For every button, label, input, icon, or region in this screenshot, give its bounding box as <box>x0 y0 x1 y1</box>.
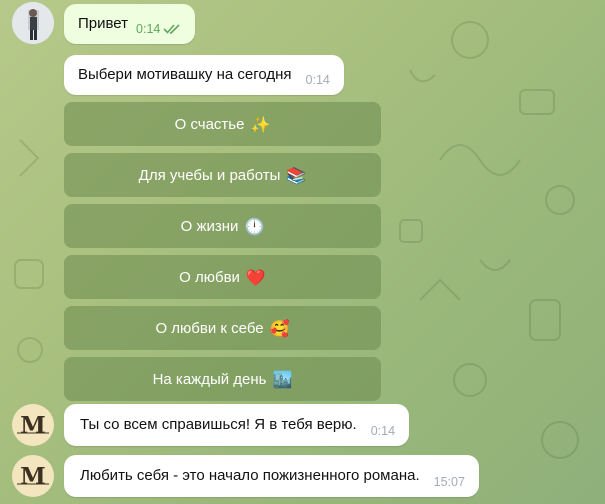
heart-icon: ❤️ <box>245 267 266 287</box>
message-bot-quote[interactable]: Любить себя - это начало пожизненного ро… <box>64 455 479 497</box>
smiling-face-hearts-icon: 🥰 <box>269 318 290 338</box>
user-photo-icon <box>12 2 54 44</box>
message-text: Выбери мотивашку на сегодня <box>78 66 292 83</box>
message-time: 0:14 <box>305 73 330 87</box>
button-label: Для учебы и работы <box>138 166 281 184</box>
clock-icon: 🕛 <box>244 216 265 236</box>
bot-avatar-letter: M <box>20 462 46 490</box>
user-avatar[interactable] <box>12 2 54 44</box>
button-label: О любви к себе <box>155 319 264 337</box>
message-text: Любить себя - это начало пожизненного ро… <box>80 467 420 484</box>
message-text: Привет <box>78 15 129 32</box>
button-label: О счастье <box>174 115 245 133</box>
inline-button-self-love[interactable]: О любви к себе 🥰 <box>64 306 381 350</box>
message-time: 15:07 <box>433 475 465 489</box>
inline-button-love[interactable]: О любви ❤️ <box>64 255 381 299</box>
cityscape-icon: 🏙️ <box>272 369 293 389</box>
inline-button-study-work[interactable]: Для учебы и работы 📚 <box>64 153 381 197</box>
sparkles-icon: ✨ <box>250 114 271 134</box>
bot-avatar[interactable]: M <box>12 455 54 497</box>
read-checkmarks-icon <box>163 24 180 34</box>
message-bot-support[interactable]: Ты со всем справишься! Я в тебя верю. 0:… <box>64 404 410 446</box>
message-user-hello[interactable]: Привет 0:14 <box>64 4 196 44</box>
message-text: Ты со всем справишься! Я в тебя верю. <box>80 416 357 433</box>
button-label: О любви <box>179 268 240 286</box>
message-bot-choose[interactable]: Выбери мотивашку на сегодня 0:14 <box>64 55 344 95</box>
books-icon: 📚 <box>286 165 307 185</box>
inline-button-happiness[interactable]: О счастье ✨ <box>64 102 381 146</box>
inline-button-every-day[interactable]: На каждый день 🏙️ <box>64 357 381 401</box>
message-time: 0:14 <box>370 424 396 438</box>
avatar-underline <box>17 483 49 485</box>
inline-button-life[interactable]: О жизни 🕛 <box>64 204 381 248</box>
button-label: О жизни <box>180 217 239 235</box>
button-label: На каждый день <box>152 370 267 388</box>
bot-avatar-letter: M <box>20 411 46 439</box>
bot-avatar[interactable]: M <box>12 404 54 446</box>
message-time: 0:14 <box>136 22 161 36</box>
avatar-underline <box>17 432 49 434</box>
